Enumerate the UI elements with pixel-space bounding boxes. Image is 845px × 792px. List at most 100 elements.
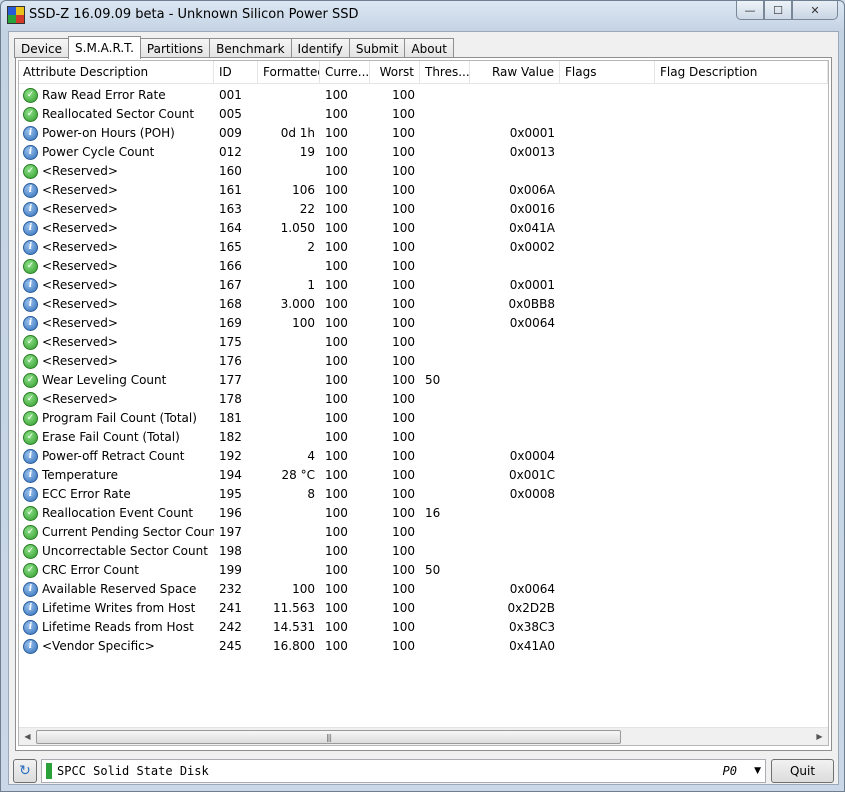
tab-partitions[interactable]: Partitions [139, 38, 211, 58]
table-row[interactable]: ✓ Uncorrectable Sector Count 198 100 100 [19, 542, 828, 561]
cell-raw [470, 542, 560, 561]
cell-raw: 0x041A [509, 221, 555, 235]
drive-selector[interactable]: SPCC Solid State Disk P0 ▼ [41, 759, 766, 783]
drive-status-indicator [46, 763, 52, 779]
table-row[interactable]: i <Reserved> 163 22 100 100 0x0016 [19, 200, 828, 219]
tab-about[interactable]: About [404, 38, 454, 58]
cell-id: 005 [219, 107, 242, 121]
column-header[interactable]: Flags [560, 61, 655, 83]
table-row[interactable]: i <Reserved> 161 106 100 100 0x006A [19, 181, 828, 200]
cell-threshold [420, 390, 470, 409]
horizontal-scrollbar[interactable]: ◀ ||| ▶ [19, 727, 828, 745]
cell-id: 195 [219, 487, 242, 501]
cell-worst: 100 [392, 240, 415, 254]
cell-current: 100 [325, 145, 348, 159]
cell-formatted: 16.800 [273, 639, 315, 653]
table-row[interactable]: ✓ <Reserved> 175 100 100 [19, 333, 828, 352]
table-row[interactable]: i <Vendor Specific> 245 16.800 100 100 0x41A0 [19, 637, 828, 656]
cell-formatted: 100 [292, 316, 315, 330]
table-row[interactable]: ✓ <Reserved> 178 100 100 [19, 390, 828, 409]
column-header[interactable]: ID [214, 61, 258, 83]
scroll-thumb[interactable]: ||| [36, 730, 621, 744]
table-row[interactable]: ✓ Raw Read Error Rate 001 100 100 [19, 86, 828, 105]
cell-formatted [258, 409, 320, 428]
attribute-cell: ✓ Reallocated Sector Count [19, 105, 214, 124]
table-row[interactable]: i Power-off Retract Count 192 4 100 100 0x0004 [19, 447, 828, 466]
cell-raw [470, 428, 560, 447]
table-row[interactable]: i Lifetime Reads from Host 242 14.531 100 100… [19, 618, 828, 637]
cell-id: 009 [219, 126, 242, 140]
table-row[interactable]: i Power-on Hours (POH) 009 0d 1h 100 100 0x000… [19, 124, 828, 143]
cell-raw: 0x006A [509, 183, 555, 197]
table-row[interactable]: ✓ <Reserved> 176 100 100 [19, 352, 828, 371]
chevron-down-icon[interactable]: ▼ [754, 760, 761, 782]
table-row[interactable]: i <Reserved> 165 2 100 100 0x0002 [19, 238, 828, 257]
maximize-button[interactable]: ☐ [764, 1, 792, 20]
table-row[interactable]: ✓ <Reserved> 166 100 100 [19, 257, 828, 276]
scroll-right-icon[interactable]: ▶ [811, 728, 828, 745]
column-header[interactable]: Worst [370, 61, 420, 83]
table-row[interactable]: ✓ <Reserved> 160 100 100 [19, 162, 828, 181]
refresh-button[interactable]: ↻ [13, 759, 37, 783]
tab-s-m-a-r-t[interactable]: S.M.A.R.T. [68, 36, 141, 59]
table-row[interactable]: i Power Cycle Count 012 19 100 100 0x0013 [19, 143, 828, 162]
cell-id: 167 [219, 278, 242, 292]
cell-worst: 100 [392, 278, 415, 292]
table-row[interactable]: i Available Reserved Space 232 100 100 100 0x0… [19, 580, 828, 599]
quit-button[interactable]: Quit [771, 759, 834, 783]
cell-threshold [420, 181, 470, 200]
cell-id: 199 [219, 563, 242, 577]
cell-flags [560, 124, 655, 143]
attribute-description: <Vendor Specific> [42, 639, 155, 653]
attribute-cell: ✓ Current Pending Sector Count [19, 523, 214, 542]
table-row[interactable]: i <Reserved> 164 1.050 100 100 0x041A [19, 219, 828, 238]
cell-flag-desc [655, 428, 828, 447]
cell-threshold [420, 276, 470, 295]
title-bar[interactable]: SSD-Z 16.09.09 beta - Unknown Silicon Po… [1, 1, 844, 29]
minimize-button[interactable]: — [736, 1, 764, 20]
attribute-description: Power-off Retract Count [42, 449, 185, 463]
column-header[interactable]: Curre... [320, 61, 370, 83]
cell-formatted [258, 428, 320, 447]
cell-flag-desc [655, 238, 828, 257]
table-row[interactable]: ✓ Erase Fail Count (Total) 182 100 100 [19, 428, 828, 447]
table-row[interactable]: i Temperature 194 28 °C 100 100 0x001C [19, 466, 828, 485]
table-row[interactable]: i ECC Error Rate 195 8 100 100 0x0008 [19, 485, 828, 504]
table-row[interactable]: ✓ Current Pending Sector Count 197 100 100 [19, 523, 828, 542]
tab-submit[interactable]: Submit [348, 38, 406, 58]
table-row[interactable]: i <Reserved> 169 100 100 100 0x0064 [19, 314, 828, 333]
cell-threshold [420, 599, 470, 618]
app-icon[interactable] [7, 6, 25, 24]
column-header[interactable]: Thres... [420, 61, 470, 83]
attribute-description: Reallocated Sector Count [42, 107, 195, 121]
column-header[interactable]: Attribute Description [19, 61, 214, 83]
scroll-left-icon[interactable]: ◀ [19, 728, 36, 745]
tab-benchmark[interactable]: Benchmark [209, 38, 292, 58]
column-header[interactable]: Formatted [258, 61, 320, 83]
table-row[interactable]: i <Reserved> 168 3.000 100 100 0x0BB8 [19, 295, 828, 314]
attribute-description: Available Reserved Space [42, 582, 197, 596]
attribute-description: <Reserved> [42, 392, 118, 406]
attribute-cell: ✓ Uncorrectable Sector Count [19, 542, 214, 561]
column-header[interactable]: Flag Description [655, 61, 828, 83]
table-row[interactable]: i Lifetime Writes from Host 241 11.563 100 10… [19, 599, 828, 618]
table-row[interactable]: ✓ Reallocation Event Count 196 100 100 16 [19, 504, 828, 523]
table-row[interactable]: ✓ Program Fail Count (Total) 181 100 100 [19, 409, 828, 428]
table-row[interactable]: ✓ CRC Error Count 199 100 100 50 [19, 561, 828, 580]
attribute-cell: i Available Reserved Space [19, 580, 214, 599]
cell-worst: 100 [392, 430, 415, 444]
column-header[interactable]: Raw Value [470, 61, 560, 83]
table-row[interactable]: i <Reserved> 167 1 100 100 0x0001 [19, 276, 828, 295]
attribute-description: Wear Leveling Count [42, 373, 167, 387]
cell-threshold [420, 162, 470, 181]
cell-flags [560, 390, 655, 409]
table-row[interactable]: ✓ Wear Leveling Count 177 100 100 50 [19, 371, 828, 390]
tab-device[interactable]: Device [14, 38, 70, 58]
close-button[interactable]: ✕ [792, 1, 838, 20]
tab-identify[interactable]: Identify [290, 38, 350, 58]
cell-threshold: 50 [425, 563, 441, 577]
cell-worst: 100 [392, 506, 415, 520]
table-row[interactable]: ✓ Reallocated Sector Count 005 100 100 [19, 105, 828, 124]
cell-raw: 0x0001 [509, 278, 555, 292]
attribute-description: <Reserved> [42, 316, 118, 330]
